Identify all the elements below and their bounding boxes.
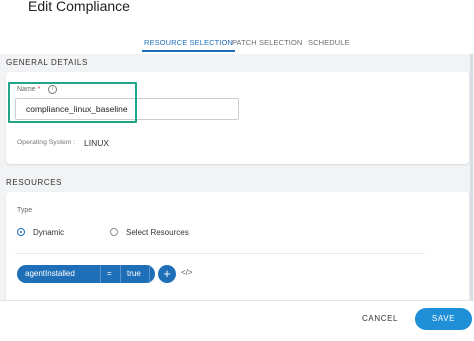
filter-field[interactable]: agentInstalled <box>25 269 75 278</box>
resources-card <box>6 192 469 307</box>
resources-heading: RESOURCES <box>6 178 63 187</box>
save-button[interactable]: SAVE <box>415 308 472 330</box>
filter-value[interactable]: true <box>127 269 141 278</box>
dynamic-radio[interactable] <box>17 228 25 236</box>
cancel-button[interactable]: CANCEL <box>362 314 398 323</box>
chip-separator <box>120 265 121 283</box>
operating-system-label: Operating System : <box>17 139 76 146</box>
add-filter-button[interactable]: + <box>158 265 176 283</box>
type-label: Type <box>17 207 33 214</box>
window-header: Edit Compliance <box>0 0 474 24</box>
select-resources-radio-label[interactable]: Select Resources <box>126 228 189 237</box>
scrollbar[interactable] <box>470 54 473 300</box>
tab-schedule[interactable]: SCHEDULE <box>308 38 350 47</box>
select-resources-radio[interactable] <box>110 228 118 236</box>
divider <box>15 253 425 254</box>
page-title: Edit Compliance <box>28 0 130 14</box>
operating-system-value: LINUX <box>84 138 110 148</box>
filter-chip[interactable]: agentInstalled = true ✕ <box>17 265 164 283</box>
filter-operator[interactable]: = <box>107 269 112 278</box>
tab-patch-selection[interactable]: PATCH SELECTION <box>232 38 302 47</box>
focus-highlight-box <box>8 82 137 123</box>
chip-separator <box>100 265 101 283</box>
footer-bar: CANCEL SAVE <box>0 300 474 341</box>
tab-bar: RESOURCE SELECTION PATCH SELECTION SCHED… <box>0 24 474 55</box>
dynamic-radio-label[interactable]: Dynamic <box>33 228 64 237</box>
chip-separator <box>149 265 150 283</box>
tab-resource-selection[interactable]: RESOURCE SELECTION <box>142 38 235 52</box>
general-details-heading: GENERAL DETAILS <box>6 58 88 67</box>
code-icon[interactable]: </> <box>181 268 193 277</box>
